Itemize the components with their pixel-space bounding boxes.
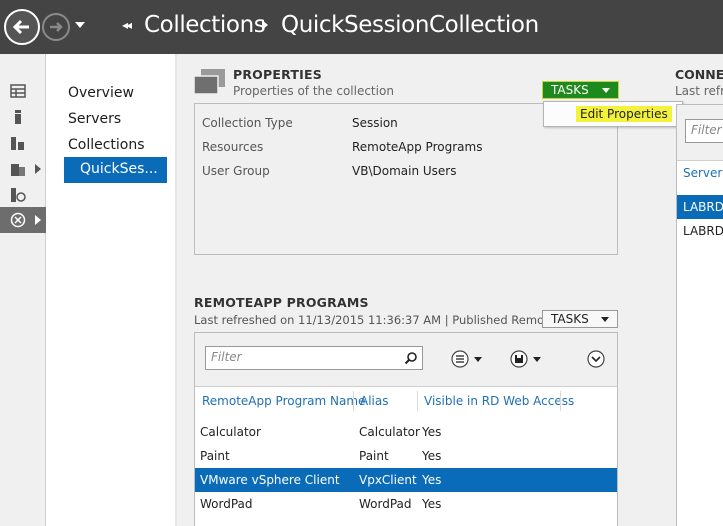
cell-visible: Yes — [422, 425, 442, 439]
remoteapp-toolbar: Filter — [195, 333, 617, 387]
search-icon[interactable] — [404, 351, 418, 365]
collapse-chevron-icon[interactable] — [587, 350, 605, 368]
dashboard-icon — [10, 84, 26, 98]
cell-visible: Yes — [422, 473, 442, 487]
property-value: VB\Domain Users — [352, 164, 457, 178]
cell-alias: VpxClient — [359, 473, 417, 487]
expand-chevron-icon[interactable] — [35, 215, 41, 225]
history-dropdown-icon[interactable] — [74, 20, 86, 30]
column-divider — [560, 391, 561, 411]
dropdown-caret-icon — [602, 88, 610, 93]
cell-program-name: WordPad — [200, 497, 253, 511]
cell-server: LABRDS — [683, 200, 723, 214]
strip-iis[interactable] — [0, 182, 46, 208]
cell-program-name: Calculator — [200, 425, 261, 439]
connections-toolbar: Filter — [677, 105, 723, 161]
filter-placeholder: Filter — [691, 123, 722, 137]
remoteapp-tasks-button[interactable]: TASKS — [542, 310, 618, 328]
connections-filter-input[interactable]: Filter — [685, 119, 723, 143]
properties-tile-icon — [193, 69, 225, 95]
remoteapp-title: REMOTEAPP PROGRAMS — [194, 295, 369, 310]
strip-local-server[interactable] — [0, 104, 46, 130]
strip-file-storage[interactable] — [0, 156, 46, 182]
back-button[interactable] — [4, 9, 40, 45]
connections-subtitle: Last refre — [675, 84, 723, 98]
cell-program-name: VMware vSphere Client — [200, 473, 340, 487]
remoteapp-subtitle: Last refreshed on 11/13/2015 11:36:37 AM… — [194, 313, 567, 327]
local-server-icon — [15, 110, 21, 124]
main-content: PROPERTIES Properties of the collection … — [177, 54, 723, 526]
property-label: User Group — [202, 164, 270, 178]
nav-collections[interactable]: Collections — [68, 137, 145, 153]
tasks-label: TASKS — [551, 83, 589, 97]
dropdown-caret-icon — [601, 317, 609, 322]
column-header-program-name[interactable]: RemoteApp Program Name — [202, 394, 365, 408]
nav-overview[interactable]: Overview — [68, 85, 134, 101]
connections-panel: Filter Server F LABRDS LABRDS — [676, 104, 723, 526]
property-label: Resources — [202, 140, 264, 154]
cell-server: LABRDS — [683, 224, 723, 238]
title-bar: ◂◂ Collections QuickSessionCollection — [0, 0, 723, 54]
forward-button[interactable] — [42, 13, 70, 41]
save-query-button[interactable] — [510, 350, 550, 368]
breadcrumb-separator-icon — [262, 20, 268, 30]
property-value: RemoteApp Programs — [352, 140, 483, 154]
strip-dashboard[interactable] — [0, 78, 46, 104]
property-value: Session — [352, 116, 398, 130]
connection-row[interactable]: LABRDS — [677, 219, 723, 243]
connection-row-selected[interactable]: LABRDS — [677, 195, 723, 219]
all-servers-icon — [11, 137, 24, 150]
property-label: Collection Type — [202, 116, 293, 130]
iis-icon — [11, 188, 26, 202]
tasks-label: TASKS — [551, 312, 589, 326]
properties-title: PROPERTIES — [233, 67, 322, 82]
table-row[interactable]: Calculator Calculator Yes — [195, 420, 617, 444]
strip-remote-desktop-services[interactable] — [0, 207, 46, 233]
strip-all-servers[interactable] — [0, 130, 46, 156]
table-row-selected[interactable]: VMware vSphere Client VpxClient Yes — [195, 468, 617, 492]
column-header-server[interactable]: Server F — [683, 166, 723, 180]
column-header-alias[interactable]: Alias — [360, 394, 388, 408]
cell-alias: Calculator — [359, 425, 420, 439]
connections-title: CONNE — [675, 67, 723, 82]
server-manager-icon-strip — [0, 54, 46, 526]
properties-tasks-button[interactable]: TASKS — [542, 81, 619, 99]
back-arrow-icon — [12, 19, 29, 35]
column-divider — [417, 391, 418, 411]
breadcrumb-collections[interactable]: Collections — [144, 12, 266, 38]
menu-item-edit-properties[interactable]: Edit Properties — [576, 106, 672, 122]
expand-chevron-icon[interactable] — [35, 164, 41, 174]
remote-desktop-services-icon — [10, 212, 26, 228]
forward-arrow-icon — [50, 22, 63, 32]
table-row[interactable]: WordPad WordPad Yes — [195, 492, 617, 516]
cell-visible: Yes — [422, 497, 442, 511]
column-header-visible[interactable]: Visible in RD Web Access — [424, 394, 574, 408]
cell-alias: WordPad — [359, 497, 412, 511]
properties-subtitle: Properties of the collection — [233, 84, 394, 98]
cell-visible: Yes — [422, 449, 442, 463]
tasks-dropdown-menu: Edit Properties — [543, 101, 683, 127]
table-row[interactable]: Paint Paint Yes — [195, 444, 617, 468]
file-storage-icon — [11, 164, 25, 176]
nav-quicksession-collection[interactable]: QuickSes... — [64, 157, 167, 183]
breadcrumb-overflow-icon[interactable]: ◂◂ — [122, 18, 132, 32]
column-divider — [353, 391, 354, 411]
breadcrumb-current: QuickSessionCollection — [281, 12, 539, 38]
cell-alias: Paint — [359, 449, 389, 463]
view-options-button[interactable] — [451, 350, 491, 368]
remoteapp-filter-input[interactable]: Filter — [205, 346, 423, 370]
filter-placeholder: Filter — [211, 350, 242, 364]
cell-program-name: Paint — [200, 449, 230, 463]
nav-servers[interactable]: Servers — [68, 111, 121, 127]
remoteapp-panel: Filter RemoteApp Program Name Alias Visi… — [194, 332, 618, 526]
navigation-pane: Overview Servers Collections QuickSes... — [47, 54, 177, 526]
